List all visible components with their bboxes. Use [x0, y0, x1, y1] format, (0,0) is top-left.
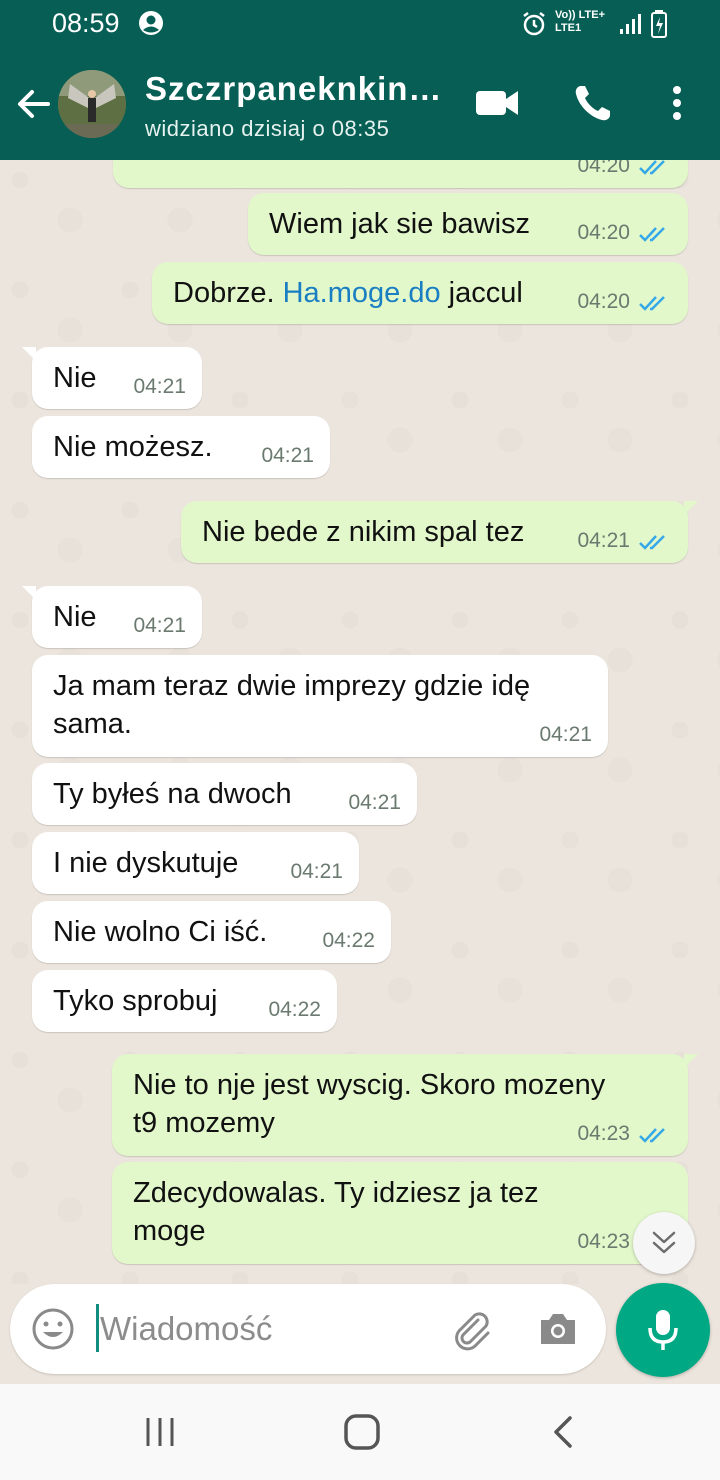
message-bubble-out[interactable]: Nie to nje jest wyscig. Skoro mozeny t9 … — [112, 1054, 698, 1156]
emoji-icon[interactable] — [30, 1306, 76, 1352]
message-text-before-link: Dobrze. — [173, 277, 283, 309]
read-ticks-icon — [639, 160, 665, 175]
message-text: Nie możesz. — [53, 431, 213, 463]
voice-message-button[interactable] — [616, 1283, 710, 1377]
read-ticks-icon — [639, 1128, 665, 1143]
message-text: Nie — [53, 362, 97, 394]
message-time: 04:22 — [322, 929, 375, 952]
message-time: 04:21 — [290, 860, 343, 883]
message-bubble-in[interactable]: Nie 04:21 — [22, 586, 202, 648]
back-arrow-icon[interactable] — [12, 82, 56, 126]
message-bubble-in[interactable]: Ty byłeś na dwoch 04:21 — [32, 763, 417, 825]
message-time: 04:20 — [577, 221, 630, 244]
avatar[interactable] — [58, 70, 126, 138]
message-line: Nie to nje jest wyscig. Skoro mozeny — [133, 1069, 606, 1101]
message-line: Zdecydowalas. Ty idziesz ja tez — [133, 1177, 539, 1209]
alarm-icon — [523, 12, 545, 36]
message-bubble-out[interactable]: Nie bede z nikim spal tez 04:21 — [181, 501, 698, 563]
last-seen-status: widziano dzisiaj o 08:35 — [145, 116, 390, 141]
message-text: Wiem jak sie bawisz — [269, 208, 531, 240]
bubble-tail — [22, 586, 36, 600]
message-line: t9 mozemy — [133, 1107, 275, 1139]
message-line: Ja mam teraz dwie imprezy gdzie idę — [53, 670, 531, 702]
video-call-icon[interactable] — [472, 78, 522, 128]
text-cursor — [96, 1304, 99, 1352]
chat-header: Szczrpaneknkin… widziano dzisiaj o 08:35 — [0, 48, 720, 160]
attach-icon[interactable] — [448, 1306, 496, 1354]
signal-icon — [620, 14, 641, 34]
nav-back-icon[interactable] — [542, 1410, 586, 1454]
message-list[interactable]: 04:20 Wiem jak sie bawisz 04:20 Dobrze. … — [0, 160, 720, 1284]
message-time: 04:20 — [577, 290, 630, 313]
message-text: I nie dyskutuje — [53, 847, 239, 879]
message-text: Tyko sprobuj — [53, 985, 218, 1017]
scroll-to-bottom-button[interactable] — [633, 1212, 695, 1274]
message-text: Zdecydowalas. Ty idziesz ja tez moge — [133, 1174, 539, 1250]
read-ticks-icon — [639, 227, 665, 242]
network-indicator: Vo)) LTE+ LTE1 — [555, 9, 605, 35]
read-ticks-icon — [639, 535, 665, 550]
message-time: 04:22 — [268, 998, 321, 1021]
message-text: Nie wolno Ci iść. — [53, 916, 268, 948]
phone-icon[interactable] — [568, 78, 618, 128]
message-text: Dobrze. Ha.moge.do jaccul — [173, 274, 523, 312]
message-bubble-in[interactable]: Nie wolno Ci iść. 04:22 — [32, 901, 391, 963]
message-time: 04:21 — [261, 444, 314, 467]
contact-name[interactable]: Szczrpaneknkin… — [145, 70, 442, 108]
message-time: 04:20 — [577, 160, 630, 177]
message-time: 04:21 — [133, 614, 186, 637]
message-input-container — [10, 1284, 606, 1374]
status-bar: 08:59 Vo)) LTE+ LTE1 — [0, 0, 720, 48]
message-bubble-in[interactable]: Nie 04:21 — [22, 347, 202, 409]
message-link[interactable]: Ha.moge.do — [283, 277, 441, 309]
message-text: Nie — [53, 601, 97, 633]
message-text: Nie bede z nikim spal tez — [202, 516, 525, 548]
message-line: sama. — [53, 708, 132, 740]
network-label-2: LTE1 — [555, 22, 582, 34]
message-time: 04:23 — [577, 1230, 630, 1253]
message-bubble-in[interactable]: I nie dyskutuje 04:21 — [32, 832, 359, 894]
message-text: Ja mam teraz dwie imprezy gdzie idę sama… — [53, 667, 530, 743]
bubble-tail — [22, 347, 36, 361]
bubble-tail — [684, 501, 698, 515]
recent-apps-icon[interactable] — [138, 1410, 182, 1454]
message-time: 04:21 — [539, 723, 592, 746]
message-time: 04:23 — [577, 1122, 630, 1145]
home-icon[interactable] — [340, 1410, 384, 1454]
message-time: 04:21 — [133, 375, 186, 398]
message-bubble-in[interactable]: Ja mam teraz dwie imprezy gdzie idę sama… — [32, 655, 608, 757]
message-time: 04:21 — [577, 529, 630, 552]
message-text: Ty byłeś na dwoch — [53, 778, 292, 810]
message-bubble-out[interactable]: Dobrze. Ha.moge.do jaccul 04:20 — [152, 262, 688, 324]
camera-icon[interactable] — [535, 1306, 581, 1352]
message-line: moge — [133, 1215, 206, 1247]
network-label-1: Vo)) LTE+ — [555, 9, 606, 21]
message-input[interactable] — [100, 1302, 430, 1356]
more-vert-icon[interactable] — [652, 78, 702, 128]
message-bubble-in[interactable]: Tyko sprobuj 04:22 — [32, 970, 337, 1032]
battery-icon — [651, 10, 667, 38]
read-ticks-icon — [639, 296, 665, 311]
account-icon — [139, 11, 163, 35]
message-bubble-out[interactable]: 04:20 — [113, 160, 688, 188]
bubble-tail — [684, 1054, 698, 1068]
message-time: 04:21 — [348, 791, 401, 814]
message-bubble-out[interactable]: Wiem jak sie bawisz 04:20 — [248, 193, 688, 255]
message-text-after-link: jaccul — [440, 277, 523, 309]
message-bubble-out[interactable]: Zdecydowalas. Ty idziesz ja tez moge 04:… — [112, 1162, 688, 1264]
status-time: 08:59 — [52, 8, 120, 38]
microphone-icon — [648, 1310, 678, 1350]
message-text: Nie to nje jest wyscig. Skoro mozeny t9 … — [133, 1066, 605, 1142]
message-bubble-in[interactable]: Nie możesz. 04:21 — [32, 416, 330, 478]
composer-bar — [0, 1283, 720, 1384]
system-nav-bar — [0, 1384, 720, 1480]
double-chevron-down-icon — [652, 1231, 676, 1254]
